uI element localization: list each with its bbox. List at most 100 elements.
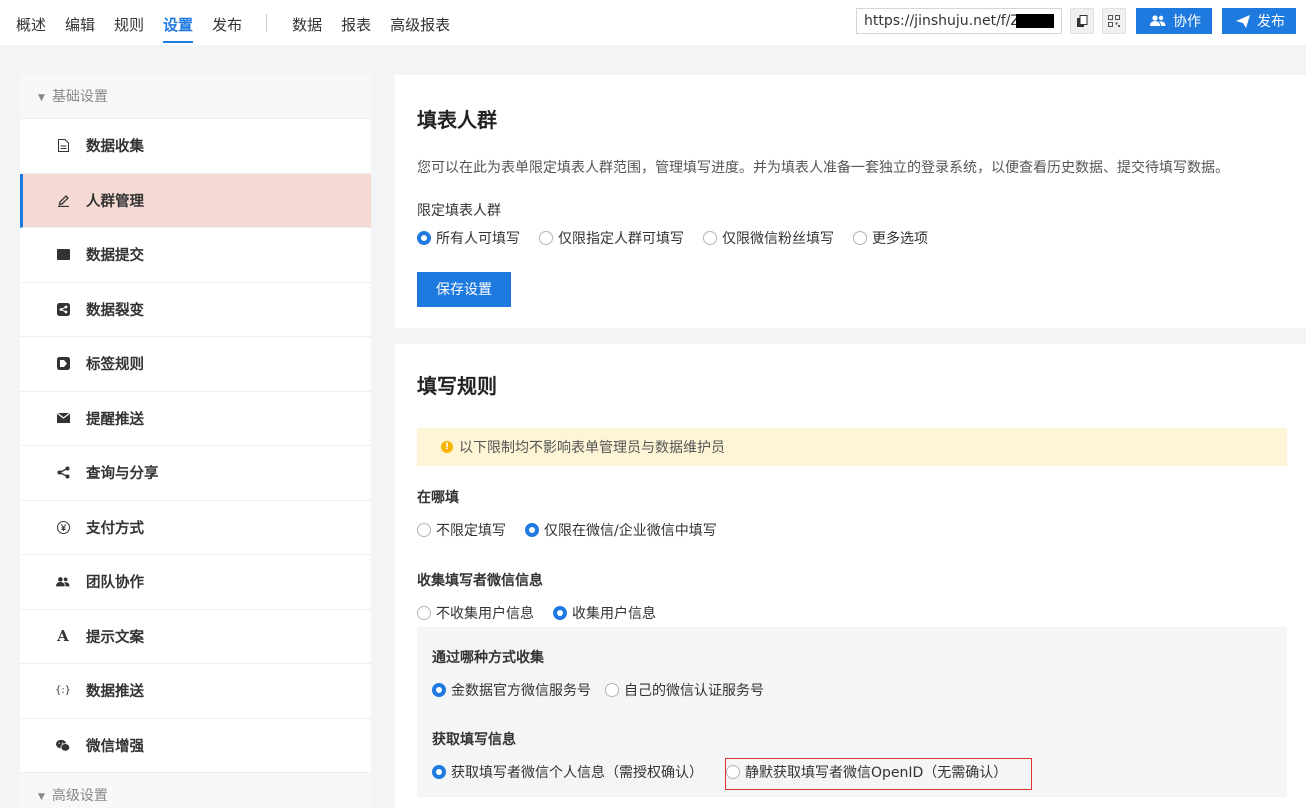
sidebar-item-data-collection[interactable]: 数据收集 <box>20 119 371 174</box>
form-url-field[interactable]: https://jinshuju.net/f/Z <box>856 8 1062 34</box>
sidebar-item-prompt-text[interactable]: A 提示文案 <box>20 610 371 664</box>
radio-checked-icon <box>417 231 431 245</box>
caret-down-icon: ▼ <box>38 792 45 802</box>
radio-label: 获取填写者微信个人信息（需授权确认） <box>451 765 703 781</box>
radio-fetch-profile[interactable]: 获取填写者微信个人信息（需授权确认） <box>432 762 703 782</box>
card-title: 填写规则 <box>417 374 497 398</box>
radio-own-account[interactable]: 自己的微信认证服务号 <box>605 680 764 700</box>
settings-sidebar: ▼ 基础设置 数据收集 人群管理 数据提交 数据裂变 标签规则 提醒推送 查询与… <box>20 75 371 808</box>
radio-label: 仅限在微信/企业微信中填写 <box>544 523 717 539</box>
sidebar-item-label: 团队协作 <box>86 575 144 592</box>
sidebar-item-team[interactable]: 团队协作 <box>20 555 371 610</box>
radio-no-collect[interactable]: 不收集用户信息 <box>417 603 534 623</box>
radio-checked-icon <box>432 683 446 697</box>
sidebar-item-label: 数据提交 <box>86 248 144 265</box>
radio-specified-crowd[interactable]: 仅限指定人群可填写 <box>539 228 684 248</box>
share-icon <box>56 466 70 480</box>
wechat-icon <box>56 738 70 752</box>
method-radio-group: 金数据官方微信服务号 自己的微信认证服务号 <box>432 680 783 700</box>
collaborate-button[interactable]: 协作 <box>1136 8 1212 34</box>
where-radio-group: 不限定填写 仅限在微信/企业微信中填写 <box>417 520 736 540</box>
tag-icon <box>56 357 70 371</box>
sidebar-item-query-share[interactable]: 查询与分享 <box>20 446 371 501</box>
radio-collect[interactable]: 收集用户信息 <box>553 603 656 623</box>
sidebar-item-label: 人群管理 <box>86 193 144 210</box>
sidebar-item-label: 标签规则 <box>86 357 144 374</box>
sidebar-item-label: 提醒推送 <box>86 411 144 428</box>
form-url-text: https://jinshuju.net/f/Z <box>864 13 1021 29</box>
radio-wechat-fans[interactable]: 仅限微信粉丝填写 <box>703 228 834 248</box>
radio-wechat-only[interactable]: 仅限在微信/企业微信中填写 <box>525 520 717 540</box>
sidebar-item-data-push[interactable]: {:} 数据推送 <box>20 664 371 719</box>
sidebar-item-payment[interactable]: 支付方式 <box>20 501 371 555</box>
yen-icon <box>56 520 70 534</box>
sidebar-item-label: 数据收集 <box>86 139 144 156</box>
radio-checked-icon <box>553 606 567 620</box>
sidebar-item-label: 支付方式 <box>86 520 144 537</box>
method-label: 通过哪种方式收集 <box>432 650 544 666</box>
crowd-description: 您可以在此为表单限定填表人群范围，管理填写进度。并为填表人准备一套独立的登录系统… <box>417 160 1229 176</box>
red-highlight-box <box>725 758 1032 790</box>
save-settings-button[interactable]: 保存设置 <box>417 272 511 307</box>
sidebar-item-data-submit[interactable]: 数据提交 <box>20 228 371 283</box>
where-label: 在哪填 <box>417 490 459 506</box>
sidebar-item-wechat[interactable]: 微信增强 <box>20 719 371 773</box>
card-title: 填表人群 <box>417 108 497 132</box>
group-advanced-label: 高级设置 <box>51 788 108 804</box>
edit-icon <box>56 193 70 207</box>
collect-label: 收集填写者微信信息 <box>417 573 543 589</box>
radio-label: 不限定填写 <box>436 523 506 539</box>
nav-edit[interactable]: 编辑 <box>65 0 95 45</box>
redacted-mask <box>1016 14 1054 28</box>
notice-banner: ! 以下限制均不影响表单管理员与数据维护员 <box>417 428 1287 466</box>
fetch-label: 获取填写信息 <box>432 732 516 748</box>
nav-settings[interactable]: 设置 <box>163 0 194 45</box>
radio-checked-icon <box>432 765 446 779</box>
sidebar-item-data-fission[interactable]: 数据裂变 <box>20 283 371 337</box>
nav-overview[interactable]: 概述 <box>16 0 46 45</box>
radio-label: 金数据官方微信服务号 <box>451 683 591 699</box>
nav-rules[interactable]: 规则 <box>114 0 144 45</box>
square-icon <box>56 248 70 262</box>
limit-label: 限定填表人群 <box>417 203 501 219</box>
nav-advanced-reports[interactable]: 高级报表 <box>390 0 450 45</box>
collect-radio-group: 不收集用户信息 收集用户信息 <box>417 603 675 623</box>
radio-empty-icon <box>853 231 867 245</box>
radio-everyone[interactable]: 所有人可填写 <box>417 228 520 248</box>
nav-reports[interactable]: 报表 <box>341 0 371 45</box>
envelope-icon <box>56 411 70 425</box>
qrcode-icon[interactable] <box>1102 8 1126 34</box>
users-icon <box>56 575 70 589</box>
sidebar-item-label: 微信增强 <box>86 738 144 755</box>
users-icon <box>1150 15 1166 27</box>
send-icon <box>1236 14 1250 28</box>
sidebar-item-tag-rules[interactable]: 标签规则 <box>20 337 371 392</box>
main-nav: 概述 编辑 规则 设置 发布 数据 报表 高级报表 <box>16 0 469 45</box>
radio-more-options[interactable]: 更多选项 <box>853 228 928 248</box>
radio-label: 收集用户信息 <box>572 606 656 622</box>
nav-publish[interactable]: 发布 <box>212 0 242 45</box>
nav-data[interactable]: 数据 <box>292 0 322 45</box>
publish-button[interactable]: 发布 <box>1222 8 1296 34</box>
group-basic-settings[interactable]: ▼ 基础设置 <box>20 75 371 119</box>
radio-label: 不收集用户信息 <box>436 606 534 622</box>
radio-checked-icon <box>525 523 539 537</box>
radio-official-account[interactable]: 金数据官方微信服务号 <box>432 680 591 700</box>
share-box-icon <box>56 302 70 316</box>
fill-rules-card: 填写规则 ! 以下限制均不影响表单管理员与数据维护员 在哪填 不限定填写 仅限在… <box>395 344 1306 808</box>
nav-divider <box>266 13 268 32</box>
sidebar-item-crowd-management[interactable]: 人群管理 <box>20 173 371 228</box>
radio-label: 仅限指定人群可填写 <box>558 231 684 247</box>
group-basic-label: 基础设置 <box>51 89 108 105</box>
sidebar-item-label: 提示文案 <box>86 629 144 646</box>
collaborate-label: 协作 <box>1173 14 1201 30</box>
sidebar-item-label: 数据推送 <box>86 684 144 701</box>
sidebar-item-reminder-push[interactable]: 提醒推送 <box>20 392 371 446</box>
radio-empty-icon <box>417 523 431 537</box>
document-icon <box>56 139 70 153</box>
radio-no-limit[interactable]: 不限定填写 <box>417 520 506 540</box>
radio-empty-icon <box>703 231 717 245</box>
copy-icon[interactable] <box>1070 8 1094 34</box>
group-advanced-settings[interactable]: ▼ 高级设置 <box>20 773 371 808</box>
crowd-radio-group: 所有人可填写 仅限指定人群可填写 仅限微信粉丝填写 更多选项 <box>417 228 947 248</box>
